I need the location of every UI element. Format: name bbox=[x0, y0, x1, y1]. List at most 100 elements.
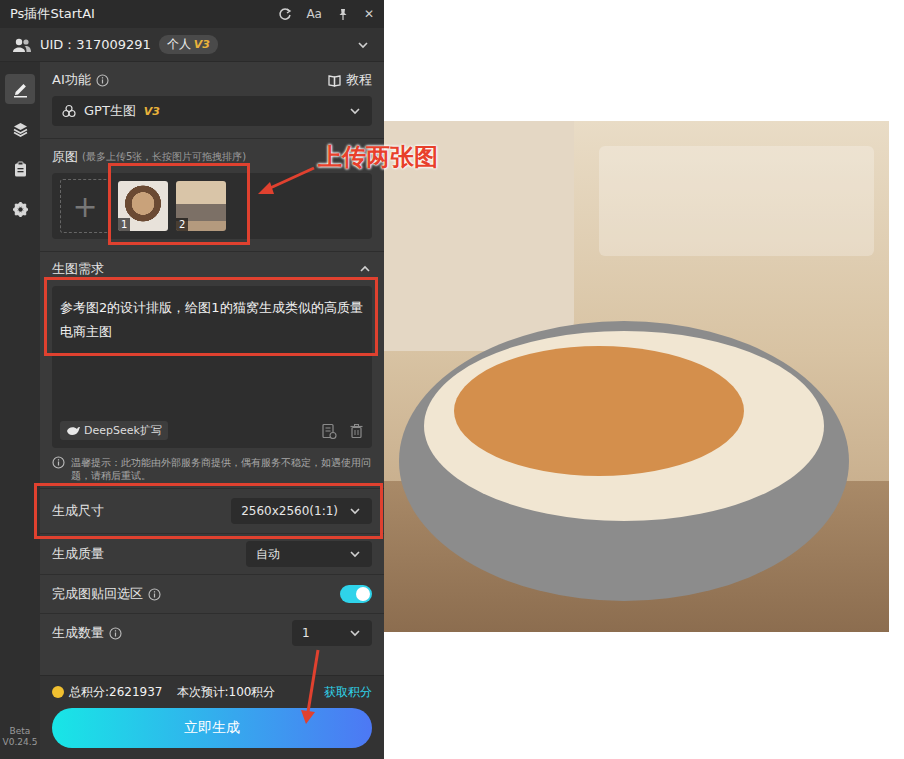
generate-button[interactable]: 立即生成 bbox=[52, 708, 372, 748]
source-thumbnail[interactable]: 1 bbox=[118, 181, 168, 231]
highlight-box bbox=[108, 163, 250, 245]
canvas-area bbox=[384, 0, 904, 759]
select-value[interactable]: 2560x2560(1:1) bbox=[241, 504, 338, 518]
info-icon bbox=[109, 627, 122, 640]
dog-shape bbox=[454, 346, 744, 476]
select-value[interactable]: 自动 bbox=[256, 546, 280, 563]
setting-row: 生成数量 1 bbox=[40, 613, 384, 652]
upload-hint: (最多上传5张，长按图片可拖拽排序) bbox=[82, 150, 246, 164]
edit-icon bbox=[11, 80, 30, 99]
layers-icon bbox=[11, 120, 30, 139]
setting-select[interactable]: 自动 bbox=[246, 541, 372, 567]
collapse-chevron-icon[interactable] bbox=[358, 262, 372, 276]
sidebar-item[interactable] bbox=[5, 154, 35, 184]
estimated-cost: 本次预计:100积分 bbox=[177, 684, 276, 701]
beta-label: Beta bbox=[3, 726, 38, 738]
sidebar: BetaV0.24.5 bbox=[0, 62, 40, 759]
plan-badge: 个人V3 bbox=[159, 35, 218, 54]
setting-label: 生成数量 bbox=[52, 624, 122, 642]
total-credits: 总积分:2621937 bbox=[69, 684, 163, 701]
thumbnail-number: 1 bbox=[118, 218, 130, 231]
whale-icon bbox=[66, 424, 80, 437]
prompt-input[interactable]: 参考图2的设计排版，给图1的猫窝生成类似的高质量电商主图 DeepSeek扩写 bbox=[52, 286, 372, 448]
text-banner-shape bbox=[599, 146, 874, 256]
ai-function-header: AI功能 教程 bbox=[52, 68, 372, 92]
add-label[interactable]: + bbox=[72, 189, 97, 224]
deepseek-label[interactable]: DeepSeek扩写 bbox=[84, 423, 162, 438]
history-icon[interactable] bbox=[321, 423, 337, 439]
select-chevron-icon[interactable] bbox=[348, 626, 362, 640]
highlight-box bbox=[34, 483, 383, 539]
model-icon bbox=[62, 104, 76, 118]
ai-function-title: AI功能 bbox=[52, 71, 109, 89]
notice: 温馨提示：此功能由外部服务商提供，偶有服务不稳定，如遇使用问题，请稍后重试。 bbox=[52, 456, 372, 482]
gear-icon bbox=[11, 200, 30, 219]
tutorial-label[interactable]: 教程 bbox=[346, 71, 372, 89]
setting-row: 生成质量 自动 bbox=[40, 533, 384, 574]
credits-info: 总积分:2621937 本次预计:100积分 bbox=[52, 684, 275, 701]
pin-icon[interactable] bbox=[336, 7, 350, 21]
setting-label: 生成质量 bbox=[52, 545, 104, 563]
setting-select[interactable]: 1 bbox=[292, 620, 372, 646]
title-bar: Ps插件StartAI Aa ✕ bbox=[0, 0, 384, 28]
setting-select[interactable]: 2560x2560(1:1) bbox=[231, 498, 372, 524]
plugin-panel: Ps插件StartAIAa✕UID：317009291个人V3BetaV0.24… bbox=[0, 0, 384, 759]
font-size-button[interactable]: Aa bbox=[306, 7, 322, 21]
title-bar-buttons: Aa ✕ bbox=[278, 7, 374, 21]
ai-function-section: AI功能 教程 GPT生图 V3 bbox=[40, 62, 384, 139]
source-thumbnail[interactable]: 2 bbox=[176, 181, 226, 231]
setting-name: 生成数量 bbox=[52, 624, 104, 642]
setting-row: 生成尺寸 2560x2560(1:1) bbox=[40, 488, 384, 533]
sidebar-item[interactable] bbox=[5, 74, 35, 104]
prompt-actions bbox=[321, 423, 364, 439]
clipboard-icon bbox=[11, 160, 30, 179]
select-chevron-icon[interactable] bbox=[348, 504, 362, 518]
account-chevron-icon[interactable] bbox=[356, 38, 370, 52]
add-image-button[interactable]: + bbox=[60, 179, 110, 233]
user-row: UID：317009291 个人V3 bbox=[0, 28, 384, 62]
setting-name: 完成图贴回选区 bbox=[52, 585, 143, 603]
model-chevron-icon[interactable] bbox=[348, 104, 362, 118]
section-label: 生图需求 bbox=[52, 260, 104, 278]
info-icon bbox=[52, 456, 65, 469]
result-image bbox=[384, 121, 889, 632]
select-chevron-icon[interactable] bbox=[348, 547, 362, 561]
paste-back-toggle[interactable] bbox=[340, 585, 372, 603]
annotation-label: 上传两张图 bbox=[318, 141, 438, 173]
settings-list: 生成尺寸 2560x2560(1:1) 生成质量 自动完成图贴回选区生成数量 1 bbox=[40, 488, 384, 652]
book-icon bbox=[328, 73, 341, 87]
footer: 总积分:2621937 本次预计:100积分 获取积分立即生成 bbox=[40, 675, 384, 759]
sidebar-item[interactable] bbox=[5, 194, 35, 224]
image-upload-area: +1 2 bbox=[52, 173, 372, 239]
trash-icon[interactable] bbox=[349, 423, 364, 439]
version-label: V0.24.5 bbox=[3, 737, 38, 749]
version-info: BetaV0.24.5 bbox=[3, 726, 38, 759]
info-icon bbox=[96, 74, 109, 87]
user-id: UID：317009291 bbox=[40, 36, 151, 54]
thumbnail-number: 2 bbox=[176, 218, 188, 231]
info-icon bbox=[148, 588, 161, 601]
window-title: Ps插件StartAI bbox=[10, 5, 95, 23]
model-badge: V3 bbox=[144, 105, 160, 118]
users-icon bbox=[12, 36, 32, 53]
refresh-icon[interactable] bbox=[278, 7, 292, 21]
sidebar-item[interactable] bbox=[5, 114, 35, 144]
prompt-text[interactable]: 参考图2的设计排版，给图1的猫窝生成类似的高质量电商主图 bbox=[60, 296, 364, 344]
setting-name: 生成质量 bbox=[52, 545, 104, 563]
model-dropdown[interactable]: GPT生图 V3 bbox=[52, 96, 372, 126]
deepseek-expand-button[interactable]: DeepSeek扩写 bbox=[60, 421, 168, 440]
highlight-box bbox=[44, 277, 378, 356]
setting-label: 完成图贴回选区 bbox=[52, 585, 161, 603]
section-label: 原图 bbox=[52, 148, 78, 166]
close-button[interactable]: ✕ bbox=[364, 7, 374, 21]
model-name: GPT生图 bbox=[84, 102, 136, 120]
prompt-toolbar: DeepSeek扩写 bbox=[60, 421, 364, 440]
plan-label: 个人 bbox=[167, 36, 191, 53]
generate-label[interactable]: 立即生成 bbox=[184, 719, 240, 737]
get-credits-link[interactable]: 获取积分 bbox=[324, 684, 372, 701]
tutorial-link[interactable]: 教程 bbox=[328, 71, 372, 89]
setting-name: 生成尺寸 bbox=[52, 502, 104, 520]
setting-label: 生成尺寸 bbox=[52, 502, 104, 520]
section-label: AI功能 bbox=[52, 71, 91, 89]
select-value[interactable]: 1 bbox=[302, 626, 310, 640]
